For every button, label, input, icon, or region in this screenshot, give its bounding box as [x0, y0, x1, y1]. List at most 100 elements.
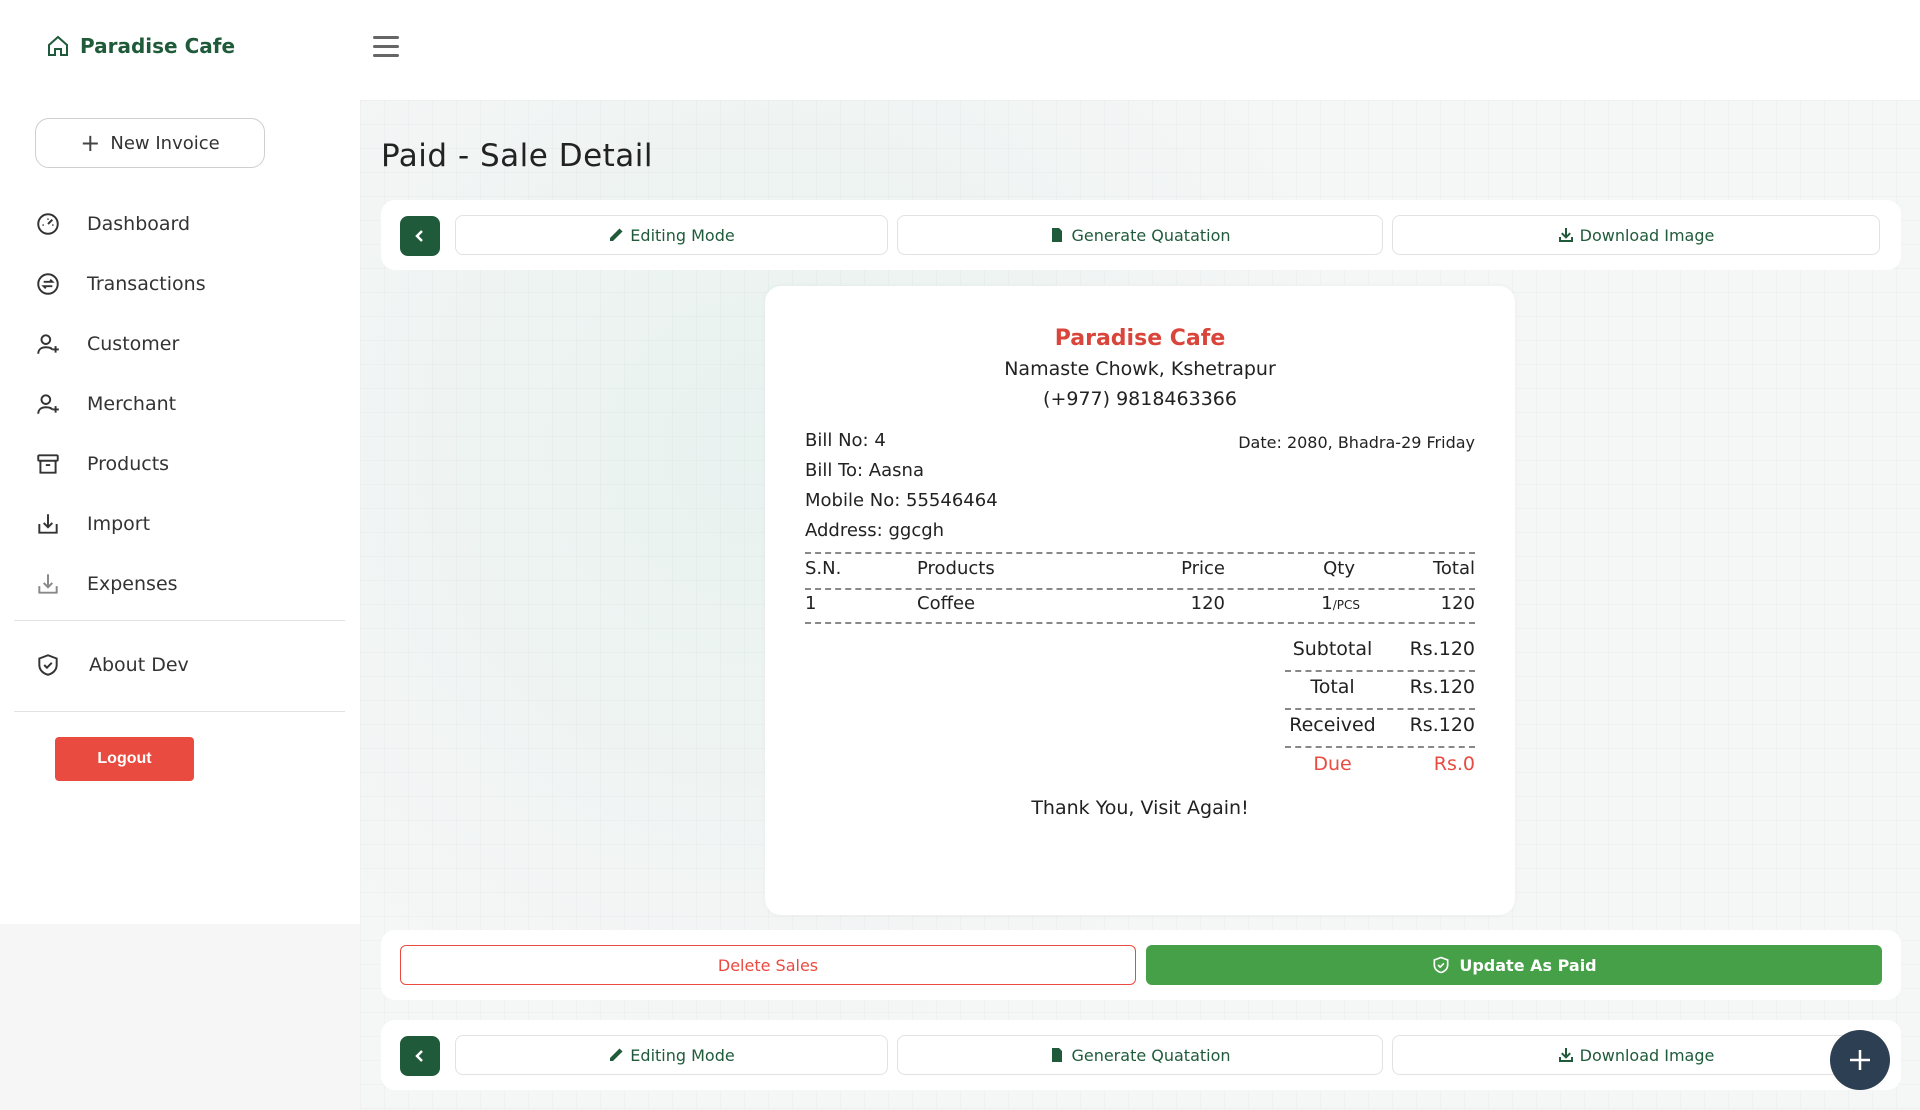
update-as-paid-button[interactable]: Update As Paid: [1146, 945, 1882, 985]
file-icon: [1052, 228, 1063, 242]
brand-link[interactable]: Paradise Cafe: [46, 34, 235, 58]
sidebar-item-label: Import: [87, 513, 151, 535]
summary-divider: [1285, 670, 1475, 672]
editing-mode-button[interactable]: Editing Mode: [455, 215, 888, 255]
bill-number: Bill No: 4: [805, 430, 886, 451]
delete-sales-button[interactable]: Delete Sales: [400, 945, 1136, 985]
generate-quotation-button[interactable]: Generate Quatation: [897, 215, 1383, 255]
page-title: Paid - Sale Detail: [381, 138, 654, 174]
download-image-label: Download Image: [1579, 225, 1715, 245]
chevron-left-icon: [415, 1050, 423, 1062]
plus-icon: +: [80, 129, 101, 157]
shield-check-icon: [38, 654, 58, 676]
floating-add-button[interactable]: [1830, 1030, 1890, 1090]
column-header-sn: S.N.: [805, 558, 842, 579]
receipt-business-name: Paradise Cafe: [1054, 326, 1226, 351]
sidebar-divider: [14, 620, 345, 621]
sidebar-item-products[interactable]: Products: [35, 444, 169, 484]
table-divider: [805, 588, 1475, 590]
sidebar-divider: [14, 711, 345, 712]
editing-mode-label: Editing Mode: [630, 225, 735, 245]
row-product: Coffee: [917, 593, 976, 614]
back-button[interactable]: [400, 1036, 440, 1076]
row-sn: 1: [805, 593, 817, 614]
pencil-icon: [610, 1048, 623, 1061]
column-header-products: Products: [917, 558, 995, 579]
user-plus-icon: [37, 334, 59, 354]
sidebar-item-about-dev[interactable]: About Dev: [35, 645, 189, 685]
subtotal-value: Rs.120: [1409, 638, 1475, 660]
row-qty-value: 1: [1321, 593, 1333, 614]
column-header-qty: Qty: [1323, 558, 1355, 579]
bill-date: Date: 2080, Bhadra-29 Friday: [1238, 433, 1475, 452]
subtotal-label: Subtotal: [1292, 638, 1373, 660]
receipt-business-address: Namaste Chowk, Kshetrapur: [1004, 358, 1276, 380]
row-total: 120: [1440, 593, 1475, 614]
user-plus-icon: [37, 394, 59, 414]
dashboard-icon: [37, 213, 59, 235]
sidebar-item-import[interactable]: Import: [35, 504, 150, 544]
download-image-button[interactable]: Download Image: [1392, 215, 1880, 255]
update-as-paid-label: Update As Paid: [1459, 955, 1597, 975]
download-image-button[interactable]: Download Image: [1392, 1035, 1880, 1075]
table-divider: [805, 552, 1475, 554]
chevron-left-icon: [415, 230, 423, 242]
back-button[interactable]: [400, 216, 440, 256]
sidebar-item-dashboard[interactable]: Dashboard: [35, 204, 190, 244]
sidebar-item-label: Dashboard: [87, 213, 191, 235]
sidebar-item-label: Merchant: [87, 393, 177, 415]
summary-divider: [1285, 746, 1475, 748]
received-value: Rs.120: [1409, 714, 1475, 736]
home-icon: [48, 35, 68, 56]
top-bar: [360, 0, 1920, 100]
shield-check-icon: [1433, 956, 1449, 974]
editing-mode-label: Editing Mode: [630, 1045, 735, 1065]
sidebar-item-customer[interactable]: Customer: [35, 324, 179, 364]
table-divider: [805, 622, 1475, 624]
column-header-price: Price: [1181, 558, 1225, 579]
download-icon: [38, 574, 58, 594]
due-label: Due: [1313, 753, 1352, 775]
editing-mode-button[interactable]: Editing Mode: [455, 1035, 888, 1075]
brand-name: Paradise Cafe: [80, 34, 236, 58]
logout-button[interactable]: Logout: [55, 737, 194, 781]
generate-quotation-button[interactable]: Generate Quatation: [897, 1035, 1383, 1075]
download-image-label: Download Image: [1579, 1045, 1715, 1065]
receipt-business-phone: (+977) 9818463366: [1043, 388, 1237, 410]
sidebar-item-merchant[interactable]: Merchant: [35, 384, 176, 424]
summary-divider: [1285, 708, 1475, 710]
transactions-icon: [37, 273, 59, 295]
generate-quotation-label: Generate Quatation: [1071, 1045, 1231, 1065]
plus-icon: [1850, 1050, 1870, 1070]
sale-actions: Delete Sales Update As Paid: [381, 930, 1901, 1000]
column-header-total: Total: [1432, 558, 1475, 579]
row-price: 120: [1190, 593, 1225, 614]
bill-to: Bill To: Aasna: [805, 460, 924, 481]
row-qty-unit: /PCS: [1332, 598, 1360, 612]
new-invoice-label: New Invoice: [110, 132, 220, 154]
archive-icon: [37, 454, 59, 474]
menu-icon[interactable]: [373, 36, 399, 62]
pencil-icon: [610, 228, 623, 241]
sidebar-item-expenses[interactable]: Expenses: [35, 564, 178, 604]
import-icon: [38, 514, 58, 534]
customer-address: Address: ggcgh: [805, 520, 945, 541]
mobile-number: Mobile No: 55546464: [805, 490, 998, 511]
generate-quotation-label: Generate Quatation: [1071, 225, 1231, 245]
sidebar-item-transactions[interactable]: Transactions: [35, 264, 206, 304]
total-value: Rs.120: [1409, 676, 1475, 698]
sidebar-item-label: About Dev: [89, 654, 189, 676]
action-toolbar: Editing Mode Generate Quatation Download…: [381, 200, 1901, 270]
receipt-card: Paradise Cafe Namaste Chowk, Kshetrapur …: [765, 286, 1515, 915]
action-toolbar-bottom: Editing Mode Generate Quatation Download…: [381, 1020, 1901, 1090]
due-value: Rs.0: [1433, 753, 1475, 775]
file-icon: [1052, 1048, 1063, 1062]
sidebar-item-label: Expenses: [87, 573, 178, 595]
received-label: Received: [1289, 714, 1376, 736]
sidebar-item-label: Products: [87, 453, 170, 475]
new-invoice-button[interactable]: + New Invoice: [35, 118, 265, 168]
sidebar-item-label: Transactions: [87, 273, 206, 295]
sidebar: Paradise Cafe + New Invoice Dashboard Tr…: [0, 0, 360, 924]
total-label: Total: [1310, 676, 1355, 698]
due-row: Due Rs.0: [1285, 753, 1475, 790]
